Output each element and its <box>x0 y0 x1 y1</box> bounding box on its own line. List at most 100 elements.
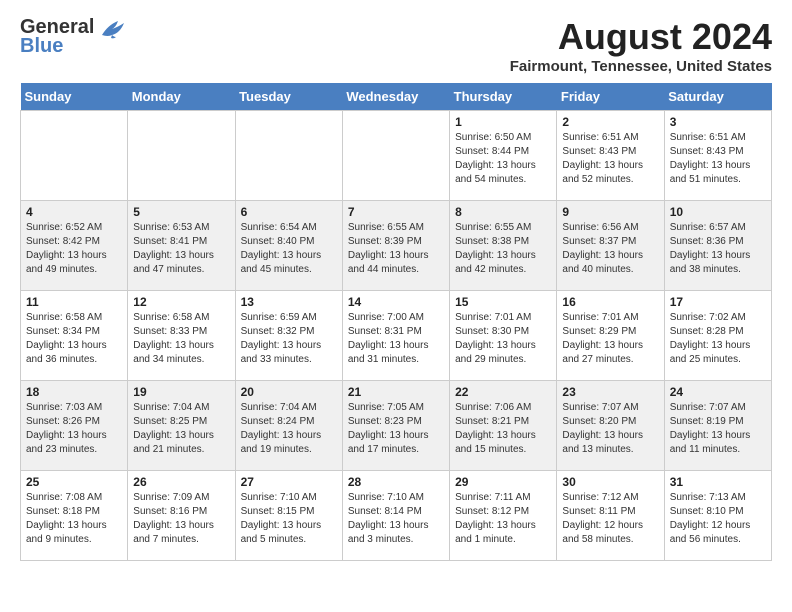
day-number: 11 <box>26 295 122 309</box>
day-number: 21 <box>348 385 444 399</box>
calendar-cell: 29 Sunrise: 7:11 AM Sunset: 8:12 PM Dayli… <box>450 471 557 561</box>
day-number: 8 <box>455 205 551 219</box>
calendar-cell: 10Sunrise: 6:57 AM Sunset: 8:36 PM Dayli… <box>664 201 771 291</box>
cell-content: Sunrise: 7:11 AM Sunset: 8:12 PM Dayligh… <box>455 491 551 547</box>
day-number: 25 <box>26 475 122 489</box>
cell-content: Sunrise: 7:06 AM Sunset: 8:21 PM Dayligh… <box>455 401 551 457</box>
cell-content: Sunrise: 6:58 AM Sunset: 8:33 PM Dayligh… <box>133 311 229 367</box>
calendar-cell: 28 Sunrise: 7:10 AM Sunset: 8:14 PM Dayli… <box>342 471 449 561</box>
logo-blue-text: Blue <box>20 35 63 58</box>
cell-content: Sunrise: 6:52 AM Sunset: 8:42 PM Dayligh… <box>26 221 122 277</box>
calendar-table: SundayMondayTuesdayWednesdayThursdayFrid… <box>20 83 772 561</box>
day-number: 14 <box>348 295 444 309</box>
cell-content: Sunrise: 7:10 AM Sunset: 8:14 PM Dayligh… <box>348 491 444 547</box>
day-number: 2 <box>562 115 658 129</box>
cell-content: Sunrise: 7:08 AM Sunset: 8:18 PM Dayligh… <box>26 491 122 547</box>
day-header-tuesday: Tuesday <box>235 83 342 111</box>
week-row-5: 25 Sunrise: 7:08 AM Sunset: 8:18 PM Dayli… <box>21 471 772 561</box>
day-number: 1 <box>455 115 551 129</box>
header-row: SundayMondayTuesdayWednesdayThursdayFrid… <box>21 83 772 111</box>
day-header-monday: Monday <box>128 83 235 111</box>
location-text: Fairmount, Tennessee, United States <box>510 58 772 75</box>
cell-content: Sunrise: 7:05 AM Sunset: 8:23 PM Dayligh… <box>348 401 444 457</box>
day-number: 9 <box>562 205 658 219</box>
calendar-cell: 21 Sunrise: 7:05 AM Sunset: 8:23 PM Dayli… <box>342 381 449 471</box>
day-number: 23 <box>562 385 658 399</box>
calendar-cell: 5 Sunrise: 6:53 AM Sunset: 8:41 PM Daylig… <box>128 201 235 291</box>
cell-content: Sunrise: 6:54 AM Sunset: 8:40 PM Dayligh… <box>241 221 337 277</box>
calendar-cell: 17Sunrise: 7:02 AM Sunset: 8:28 PM Dayli… <box>664 291 771 381</box>
week-row-3: 11 Sunrise: 6:58 AM Sunset: 8:34 PM Dayli… <box>21 291 772 381</box>
page-header: General Blue August 2024 Fairmount, Tenn… <box>20 16 772 75</box>
day-number: 12 <box>133 295 229 309</box>
day-number: 27 <box>241 475 337 489</box>
cell-content: Sunrise: 7:03 AM Sunset: 8:26 PM Dayligh… <box>26 401 122 457</box>
cell-content: Sunrise: 6:50 AM Sunset: 8:44 PM Dayligh… <box>455 131 551 187</box>
day-header-friday: Friday <box>557 83 664 111</box>
calendar-cell: 25 Sunrise: 7:08 AM Sunset: 8:18 PM Dayli… <box>21 471 128 561</box>
cell-content: Sunrise: 7:12 AM Sunset: 8:11 PM Dayligh… <box>562 491 658 547</box>
day-number: 5 <box>133 205 229 219</box>
day-number: 20 <box>241 385 337 399</box>
logo: General Blue <box>20 16 126 58</box>
day-number: 29 <box>455 475 551 489</box>
day-number: 18 <box>26 385 122 399</box>
calendar-cell: 19 Sunrise: 7:04 AM Sunset: 8:25 PM Dayli… <box>128 381 235 471</box>
calendar-cell: 15 Sunrise: 7:01 AM Sunset: 8:30 PM Dayli… <box>450 291 557 381</box>
cell-content: Sunrise: 7:09 AM Sunset: 8:16 PM Dayligh… <box>133 491 229 547</box>
day-number: 17 <box>670 295 766 309</box>
day-header-wednesday: Wednesday <box>342 83 449 111</box>
calendar-cell: 9 Sunrise: 6:56 AM Sunset: 8:37 PM Daylig… <box>557 201 664 291</box>
week-row-1: 1 Sunrise: 6:50 AM Sunset: 8:44 PM Daylig… <box>21 111 772 201</box>
calendar-cell: 12 Sunrise: 6:58 AM Sunset: 8:33 PM Dayli… <box>128 291 235 381</box>
day-number: 4 <box>26 205 122 219</box>
day-number: 19 <box>133 385 229 399</box>
calendar-cell <box>235 111 342 201</box>
cell-content: Sunrise: 7:07 AM Sunset: 8:19 PM Dayligh… <box>670 401 766 457</box>
day-number: 16 <box>562 295 658 309</box>
calendar-cell: 27 Sunrise: 7:10 AM Sunset: 8:15 PM Dayli… <box>235 471 342 561</box>
calendar-cell: 11 Sunrise: 6:58 AM Sunset: 8:34 PM Dayli… <box>21 291 128 381</box>
cell-content: Sunrise: 7:01 AM Sunset: 8:30 PM Dayligh… <box>455 311 551 367</box>
calendar-cell <box>342 111 449 201</box>
day-number: 22 <box>455 385 551 399</box>
calendar-cell: 14 Sunrise: 7:00 AM Sunset: 8:31 PM Dayli… <box>342 291 449 381</box>
calendar-cell: 16Sunrise: 7:01 AM Sunset: 8:29 PM Dayli… <box>557 291 664 381</box>
cell-content: Sunrise: 6:58 AM Sunset: 8:34 PM Dayligh… <box>26 311 122 367</box>
cell-content: Sunrise: 7:10 AM Sunset: 8:15 PM Dayligh… <box>241 491 337 547</box>
logo-bird-icon <box>98 17 126 39</box>
calendar-cell: 23Sunrise: 7:07 AM Sunset: 8:20 PM Dayli… <box>557 381 664 471</box>
day-header-saturday: Saturday <box>664 83 771 111</box>
calendar-cell: 26 Sunrise: 7:09 AM Sunset: 8:16 PM Dayli… <box>128 471 235 561</box>
calendar-cell: 13Sunrise: 6:59 AM Sunset: 8:32 PM Dayli… <box>235 291 342 381</box>
cell-content: Sunrise: 6:53 AM Sunset: 8:41 PM Dayligh… <box>133 221 229 277</box>
day-number: 26 <box>133 475 229 489</box>
calendar-cell: 1 Sunrise: 6:50 AM Sunset: 8:44 PM Daylig… <box>450 111 557 201</box>
day-number: 13 <box>241 295 337 309</box>
cell-content: Sunrise: 7:13 AM Sunset: 8:10 PM Dayligh… <box>670 491 766 547</box>
day-number: 10 <box>670 205 766 219</box>
day-number: 24 <box>670 385 766 399</box>
day-number: 3 <box>670 115 766 129</box>
cell-content: Sunrise: 6:51 AM Sunset: 8:43 PM Dayligh… <box>562 131 658 187</box>
cell-content: Sunrise: 6:56 AM Sunset: 8:37 PM Dayligh… <box>562 221 658 277</box>
day-number: 31 <box>670 475 766 489</box>
day-number: 15 <box>455 295 551 309</box>
week-row-2: 4 Sunrise: 6:52 AM Sunset: 8:42 PM Daylig… <box>21 201 772 291</box>
title-area: August 2024 Fairmount, Tennessee, United… <box>510 16 772 75</box>
calendar-cell <box>21 111 128 201</box>
calendar-cell: 22 Sunrise: 7:06 AM Sunset: 8:21 PM Dayli… <box>450 381 557 471</box>
cell-content: Sunrise: 7:04 AM Sunset: 8:24 PM Dayligh… <box>241 401 337 457</box>
month-title: August 2024 <box>510 16 772 58</box>
cell-content: Sunrise: 6:55 AM Sunset: 8:39 PM Dayligh… <box>348 221 444 277</box>
cell-content: Sunrise: 7:04 AM Sunset: 8:25 PM Dayligh… <box>133 401 229 457</box>
day-number: 6 <box>241 205 337 219</box>
calendar-cell: 24 Sunrise: 7:07 AM Sunset: 8:19 PM Dayli… <box>664 381 771 471</box>
calendar-cell: 2 Sunrise: 6:51 AM Sunset: 8:43 PM Daylig… <box>557 111 664 201</box>
cell-content: Sunrise: 7:00 AM Sunset: 8:31 PM Dayligh… <box>348 311 444 367</box>
cell-content: Sunrise: 6:55 AM Sunset: 8:38 PM Dayligh… <box>455 221 551 277</box>
day-number: 28 <box>348 475 444 489</box>
calendar-cell: 6 Sunrise: 6:54 AM Sunset: 8:40 PM Daylig… <box>235 201 342 291</box>
calendar-cell <box>128 111 235 201</box>
day-header-sunday: Sunday <box>21 83 128 111</box>
